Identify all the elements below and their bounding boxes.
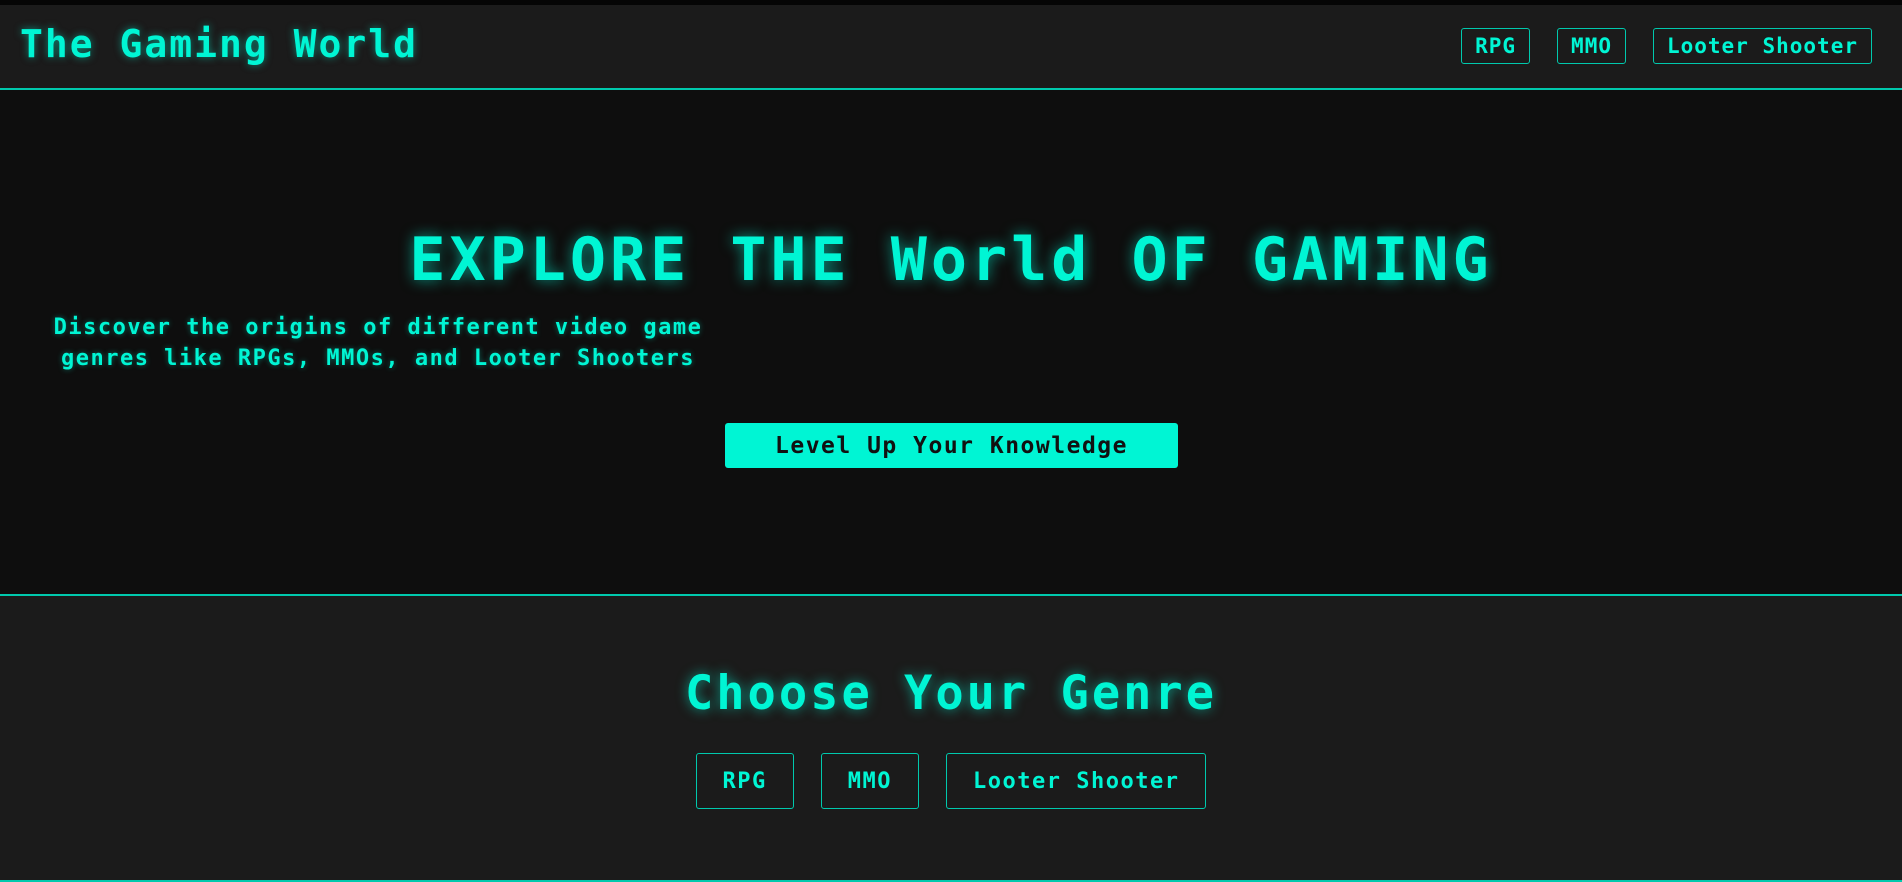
genre-rpg-button[interactable]: RPG xyxy=(695,753,794,809)
genre-button-group: RPG MMO Looter Shooter xyxy=(0,753,1902,809)
genre-mmo-button[interactable]: MMO xyxy=(820,753,920,809)
nav-rpg-button[interactable]: RPG xyxy=(1461,28,1531,64)
main-nav: RPG MMO Looter Shooter xyxy=(1461,28,1872,64)
genre-title: Choose Your Genre xyxy=(684,666,1218,721)
hero-section: EXPLORE THE World OF GAMING Discover the… xyxy=(0,90,1902,596)
hero-description: Discover the origins of different video … xyxy=(53,315,703,371)
level-up-button[interactable]: Level Up Your Knowledge xyxy=(725,423,1178,468)
hero-title: EXPLORE THE World OF GAMING xyxy=(409,225,1493,295)
site-header: The Gaming World RPG MMO Looter Shooter xyxy=(0,5,1902,90)
genre-looter-shooter-button[interactable]: Looter Shooter xyxy=(946,753,1207,809)
site-logo[interactable]: The Gaming World xyxy=(20,22,418,66)
genre-section: Choose Your Genre RPG MMO Looter Shooter xyxy=(0,596,1902,882)
nav-looter-shooter-button[interactable]: Looter Shooter xyxy=(1652,28,1872,64)
nav-mmo-button[interactable]: MMO xyxy=(1557,28,1626,64)
